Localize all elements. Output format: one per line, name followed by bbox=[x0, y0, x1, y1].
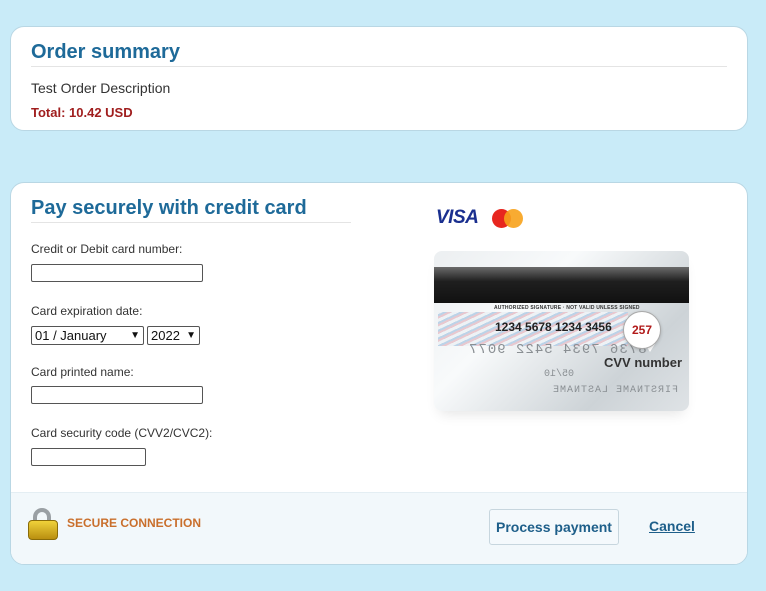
payment-footer: SECURE CONNECTION Process payment Cancel bbox=[11, 492, 747, 564]
card-number-input[interactable] bbox=[31, 264, 203, 282]
expiration-month-select[interactable]: 01 / January ▼ bbox=[31, 326, 144, 345]
chevron-down-icon: ▼ bbox=[186, 330, 196, 341]
card-number-sample: 1234 5678 1234 3456 bbox=[495, 320, 612, 334]
divider bbox=[31, 222, 351, 223]
secure-connection-label: SECURE CONNECTION bbox=[67, 516, 202, 530]
chevron-down-icon: ▼ bbox=[130, 330, 140, 341]
expiration-year-value: 2022 bbox=[151, 328, 180, 343]
embossed-expiry: 05/10 bbox=[544, 369, 575, 380]
visa-logo-icon: VISA bbox=[436, 207, 479, 228]
payment-panel: Pay securely with credit card Credit or … bbox=[10, 182, 748, 565]
mastercard-logo-icon bbox=[492, 209, 524, 229]
embossed-name: FIRSTNAME LASTNAME bbox=[552, 385, 679, 396]
cancel-link[interactable]: Cancel bbox=[649, 518, 695, 534]
cvv-label: Card security code (CVV2/CVC2): bbox=[31, 426, 213, 440]
expiration-year-select[interactable]: 2022 ▼ bbox=[147, 326, 200, 345]
expiration-month-value: 01 / January bbox=[35, 328, 107, 343]
magnetic-stripe bbox=[434, 267, 689, 303]
printed-name-label: Card printed name: bbox=[31, 365, 134, 379]
divider bbox=[31, 66, 727, 67]
order-total: Total: 10.42 USD bbox=[31, 105, 133, 120]
signature-caption: AUTHORIZED SIGNATURE · NOT VALID UNLESS … bbox=[494, 305, 640, 311]
payment-title: Pay securely with credit card bbox=[31, 197, 307, 219]
order-summary-panel: Order summary Test Order Description Tot… bbox=[10, 26, 748, 131]
padlock-icon bbox=[27, 508, 59, 540]
cvv-bubble: 257 bbox=[623, 311, 661, 349]
process-payment-button[interactable]: Process payment bbox=[489, 509, 619, 545]
order-description: Test Order Description bbox=[31, 80, 171, 96]
printed-name-input[interactable] bbox=[31, 386, 203, 404]
expiration-label: Card expiration date: bbox=[31, 304, 143, 318]
card-number-label: Credit or Debit card number: bbox=[31, 242, 183, 256]
card-back-illustration: AUTHORIZED SIGNATURE · NOT VALID UNLESS … bbox=[434, 251, 689, 411]
cvv-caption: CVV number bbox=[604, 355, 683, 370]
order-summary-title: Order summary bbox=[31, 41, 180, 63]
cvv-input[interactable] bbox=[31, 448, 146, 466]
